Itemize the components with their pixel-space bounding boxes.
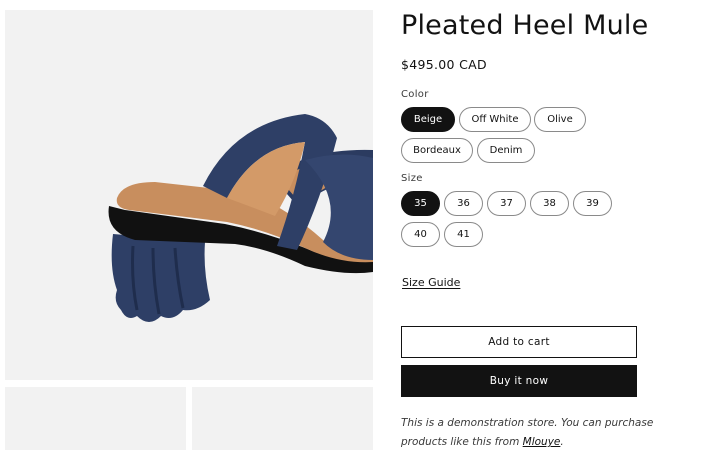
size-label: Size [401,173,423,184]
color-label: Color [401,89,429,100]
product-thumbnail-1[interactable] [5,387,186,450]
product-thumbnail-2[interactable] [192,387,373,450]
shoe-heel-block [111,234,210,322]
color-option-denim[interactable]: Denim [477,138,535,163]
shoe-illustration [108,114,373,322]
size-option-37[interactable]: 37 [487,191,526,216]
demo-store-note: This is a demonstration store. You can p… [401,414,701,450]
product-main-image[interactable] [5,10,373,380]
size-option-39[interactable]: 39 [573,191,612,216]
color-option-off-white[interactable]: Off White [459,107,531,132]
color-option-olive[interactable]: Olive [534,107,586,132]
mlouye-link[interactable]: Mlouye [523,436,561,448]
size-option-38[interactable]: 38 [530,191,569,216]
product-title: Pleated Heel Mule [401,10,649,41]
size-option-35[interactable]: 35 [401,191,440,216]
product-price: $495.00 CAD [401,57,487,72]
add-to-cart-button[interactable]: Add to cart [401,326,637,358]
size-option-40[interactable]: 40 [401,222,440,247]
color-option-bordeaux[interactable]: Bordeaux [401,138,473,163]
color-option-beige[interactable]: Beige [401,107,455,132]
buy-now-button[interactable]: Buy it now [401,365,637,397]
size-guide-link[interactable]: Size Guide [402,276,460,289]
size-option-36[interactable]: 36 [444,191,483,216]
size-option-41[interactable]: 41 [444,222,483,247]
demo-store-suffix: . [560,436,564,448]
